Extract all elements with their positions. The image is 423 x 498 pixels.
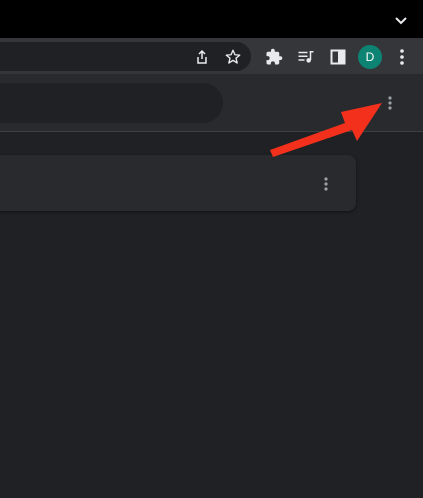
star-icon bbox=[225, 49, 241, 64]
profile-avatar-button[interactable]: D bbox=[358, 45, 382, 69]
content-card bbox=[0, 155, 356, 211]
more-vert-icon bbox=[388, 96, 392, 110]
avatar-initial: D bbox=[365, 50, 375, 64]
share-icon bbox=[197, 49, 207, 64]
side-panel-button[interactable] bbox=[326, 45, 350, 69]
tab-search-button[interactable] bbox=[390, 10, 412, 32]
puzzle-icon bbox=[266, 48, 283, 65]
media-queue-icon bbox=[298, 51, 314, 63]
browser-menu-button[interactable] bbox=[390, 45, 414, 69]
more-vert-icon bbox=[324, 177, 328, 191]
more-vert-icon bbox=[400, 49, 404, 65]
search-input[interactable] bbox=[0, 83, 223, 123]
extensions-button[interactable] bbox=[262, 45, 286, 69]
page-menu-button[interactable] bbox=[378, 91, 402, 115]
bookmark-button[interactable] bbox=[221, 45, 245, 69]
share-button[interactable] bbox=[190, 45, 214, 69]
side-panel-icon bbox=[330, 49, 346, 65]
media-queue-button[interactable] bbox=[294, 45, 318, 69]
chevron-down-icon bbox=[395, 17, 407, 25]
card-menu-button[interactable] bbox=[314, 172, 338, 196]
tab-strip bbox=[0, 0, 423, 38]
